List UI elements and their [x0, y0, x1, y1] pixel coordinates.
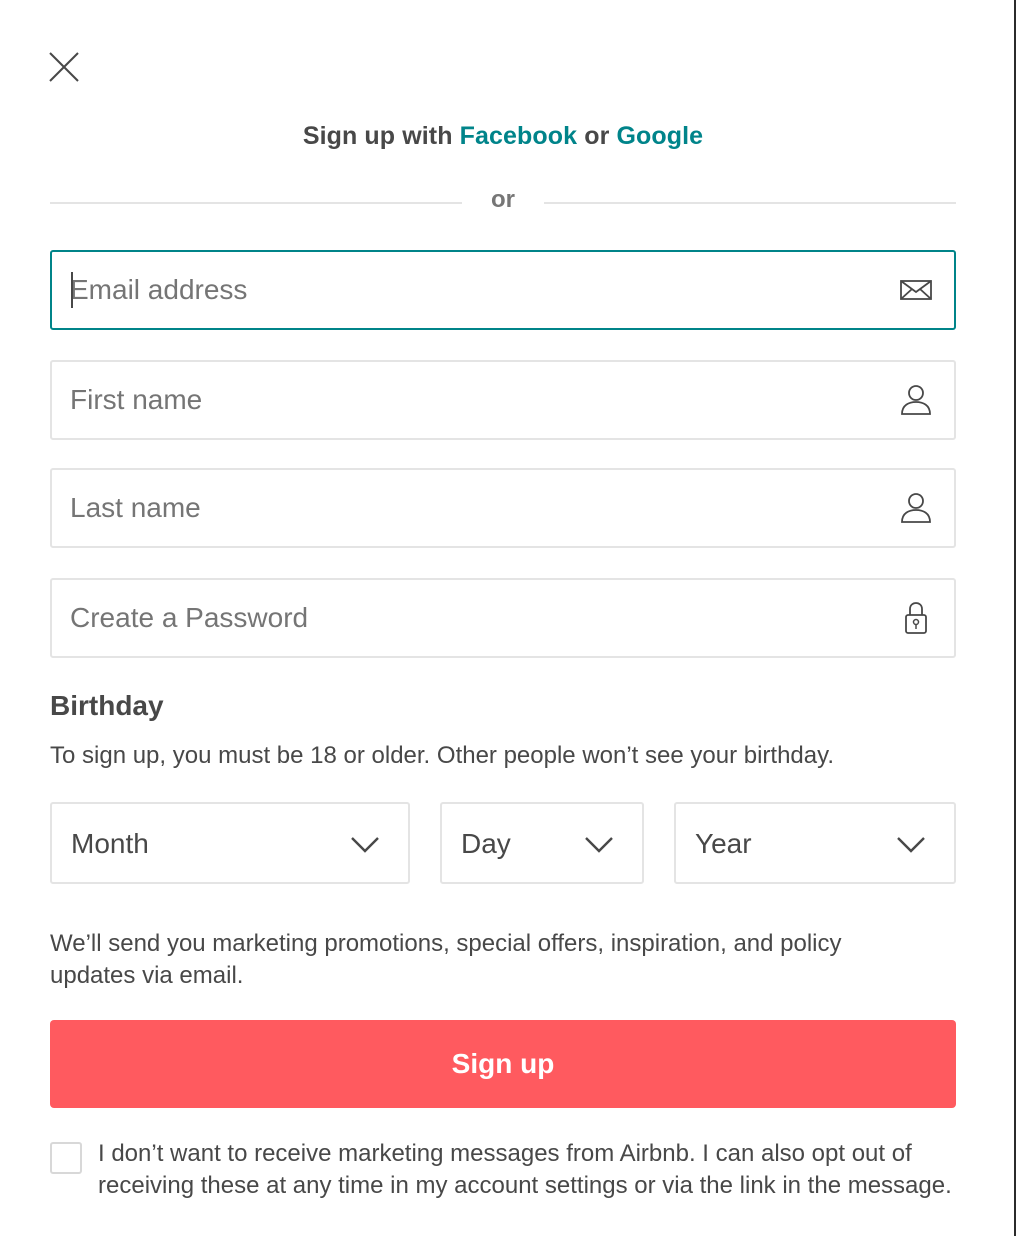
birthday-note: To sign up, you must be 18 or older. Oth…: [50, 742, 835, 769]
email-field[interactable]: [50, 250, 956, 330]
day-select[interactable]: Day: [440, 802, 644, 884]
marketing-optout-checkbox[interactable]: [50, 1142, 82, 1174]
close-icon: [49, 52, 79, 82]
chevron-down-icon: [894, 832, 928, 856]
social-prefix: Sign up with: [302, 122, 453, 150]
social-joiner: or: [584, 122, 610, 150]
facebook-link[interactable]: Facebook: [460, 122, 578, 150]
month-select[interactable]: Month: [50, 802, 410, 884]
text-cursor: [71, 272, 73, 308]
divider-line-right: [544, 202, 956, 204]
password-field[interactable]: [50, 578, 956, 658]
chevron-down-icon: [582, 832, 616, 856]
divider-line-left: [50, 202, 462, 204]
user-icon: [898, 489, 934, 527]
day-select-label: Day: [461, 828, 511, 859]
social-signup-line: Sign up with Facebook or Google: [0, 122, 1006, 151]
lock-icon: [898, 599, 934, 637]
envelope-icon: [898, 271, 934, 309]
signup-modal: Sign up with Facebook or Google or Email…: [0, 0, 1016, 1236]
marketing-notice: We’ll send you marketing promotions, spe…: [50, 930, 842, 989]
first-name-field[interactable]: [50, 360, 956, 440]
chevron-down-icon: [348, 832, 382, 856]
month-select-label: Month: [71, 828, 149, 859]
google-link[interactable]: Google: [616, 122, 703, 150]
sign-up-button[interactable]: Sign up: [50, 1020, 956, 1108]
year-select-label: Year: [695, 828, 752, 859]
first-name-input[interactable]: [70, 362, 870, 438]
year-select[interactable]: Year: [674, 802, 956, 884]
last-name-input[interactable]: [70, 470, 870, 546]
close-button[interactable]: [46, 49, 82, 85]
divider-or-label: or: [491, 186, 515, 213]
birthday-heading: Birthday: [50, 690, 164, 721]
user-icon: [898, 381, 934, 419]
email-input[interactable]: [70, 252, 870, 328]
password-input[interactable]: [70, 580, 870, 656]
last-name-field[interactable]: [50, 468, 956, 548]
marketing-optout-label[interactable]: I don’t want to receive marketing messag…: [98, 1138, 968, 1202]
